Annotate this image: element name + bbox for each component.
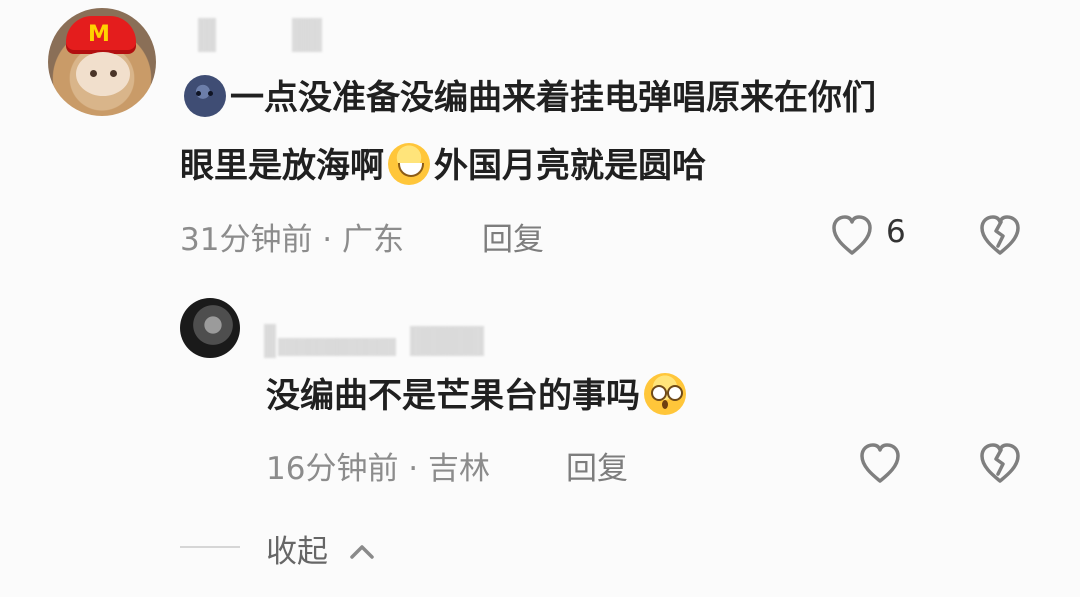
blurred-reply-username-segment: [264, 324, 276, 358]
reply-button[interactable]: 回复: [482, 214, 544, 259]
broken-heart-icon[interactable]: [974, 210, 1026, 260]
reply-avatar[interactable]: [180, 298, 240, 358]
heart-icon[interactable]: [854, 438, 906, 488]
comment-text-line-2-part-1: 眼里是放海啊: [180, 146, 384, 186]
m-logo-icon: M: [88, 22, 110, 47]
reply-text: 没编曲不是芒果台的事吗: [266, 376, 640, 416]
broken-heart-icon[interactable]: [974, 438, 1026, 488]
blurred-username-segment: [292, 18, 322, 52]
comment-meta: 31分钟前 · 广东: [180, 222, 405, 258]
like-count: 6: [886, 214, 906, 250]
comment-text-line-2-part-2: 外国月亮就是圆哈: [434, 146, 706, 186]
blurred-reply-username-segment: [410, 326, 484, 356]
reply-text-line: 没编曲不是芒果台的事吗: [266, 360, 690, 432]
reply-meta: 16分钟前 · 吉林: [266, 451, 491, 487]
collapse-button[interactable]: 收起: [266, 526, 378, 571]
smile-icon: [388, 143, 430, 185]
shocked-mouth: [662, 400, 668, 409]
commenter-avatar[interactable]: M: [48, 8, 156, 116]
comment-text-line-1: 一点没准备没编曲来着挂电弹唱原来在你们: [230, 78, 876, 118]
cat-eye-icon: [90, 70, 97, 77]
shocked-face-icon: [644, 373, 686, 415]
blurred-reply-username-segment: [278, 338, 396, 356]
heart-icon[interactable]: [826, 210, 878, 260]
comment-line-2: 眼里是放海啊 外国月亮就是圆哈: [180, 130, 706, 202]
cat-eye-icon: [110, 70, 117, 77]
collapse-label: 收起: [266, 534, 328, 570]
chevron-up-icon: [338, 534, 378, 570]
comment-thread: M 一点没准备没编曲来着挂电弹唱原来在你们 眼里是放海啊 外国月亮就是圆哈 31分…: [0, 0, 1080, 597]
collapse-divider: [180, 546, 240, 548]
blurred-username-segment: [198, 18, 216, 52]
comment-line-1: 一点没准备没编曲来着挂电弹唱原来在你们: [180, 62, 876, 134]
reply-to-reply-button[interactable]: 回复: [566, 443, 628, 488]
moon-face-icon: [184, 75, 226, 117]
cat-face-icon: [76, 52, 130, 96]
